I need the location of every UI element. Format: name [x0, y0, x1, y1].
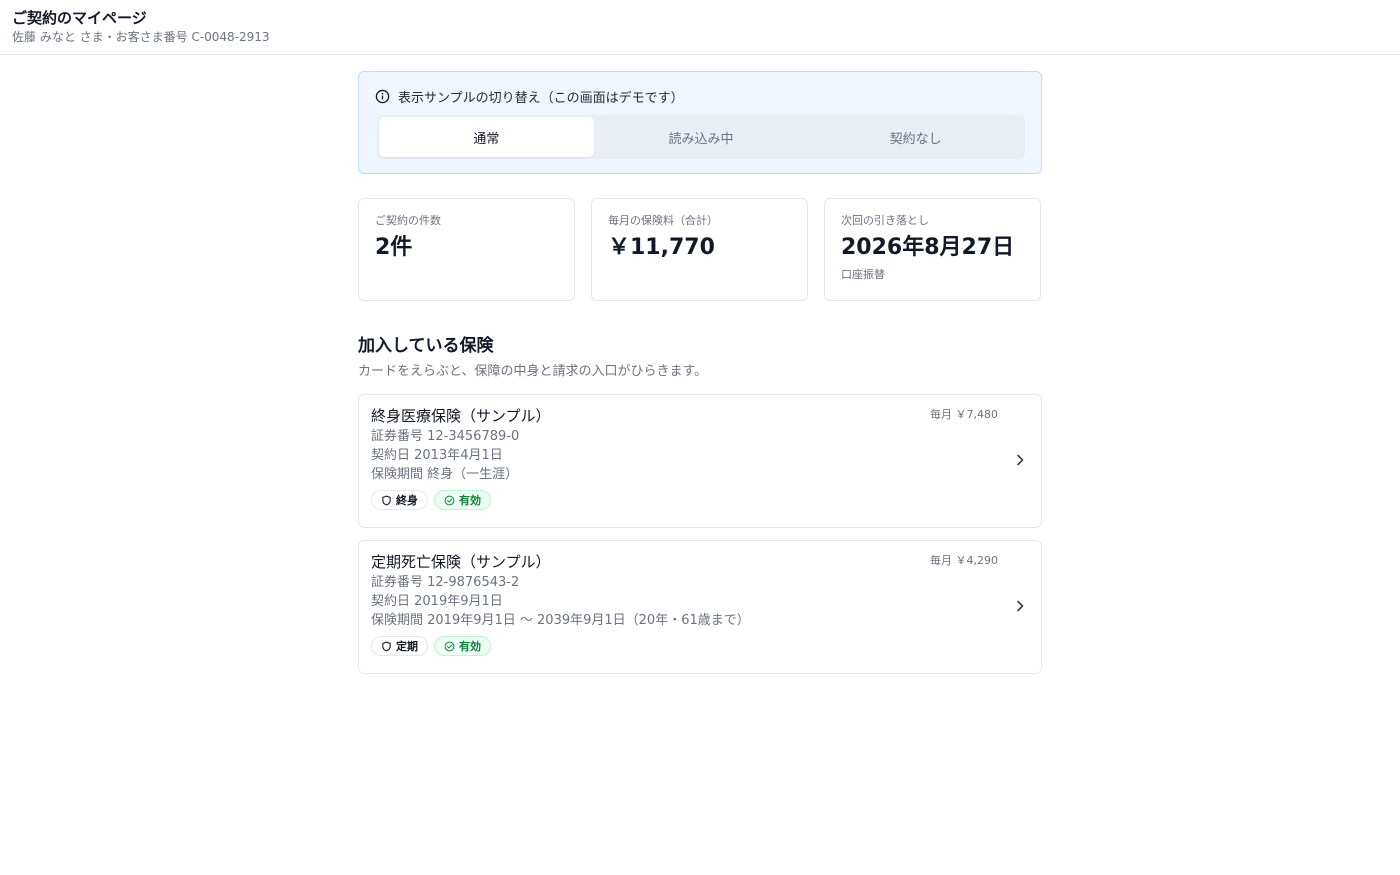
demo-heading: 表示サンプルの切り替え（この画面はデモです）: [398, 90, 684, 106]
status-badge-label: 有効: [459, 640, 481, 653]
section-title: 加入している保険: [358, 336, 494, 356]
policy-period: 保険期間 終身（一生涯）: [371, 467, 519, 482]
policy-contract-date: 契約日 2013年4月1日: [371, 448, 503, 463]
type-badge: 定期: [371, 636, 428, 656]
stat-note: 口座振替: [841, 268, 885, 281]
check-circle-icon: [444, 495, 455, 506]
demo-heading-row: 表示サンプルの切り替え（この画面はデモです）: [375, 86, 1025, 106]
policy-badges: 終身 有効: [371, 490, 1029, 510]
policy-premium: 毎月 ￥4,290: [930, 554, 998, 567]
shield-icon: [381, 495, 392, 506]
status-badge-label: 有効: [459, 494, 481, 507]
status-badge: 有効: [434, 636, 491, 656]
tab-no-contract[interactable]: 契約なし: [808, 117, 1023, 157]
chevron-right-icon: [1013, 452, 1027, 468]
stat-value: ￥11,770: [608, 235, 715, 260]
page-title: ご契約のマイページ: [12, 9, 147, 27]
stat-label: 毎月の保険料（合計）: [608, 214, 718, 227]
stat-label: ご契約の件数: [375, 214, 441, 227]
section-subtitle: カードをえらぶと、保障の中身と請求の入口がひらきます。: [358, 364, 708, 379]
stat-monthly-premium: 毎月の保険料（合計） ￥11,770: [591, 198, 808, 301]
policy-contract-date: 契約日 2019年9月1日: [371, 594, 503, 609]
policy-number: 証券番号 12-3456789-0: [371, 429, 520, 444]
status-badge: 有効: [434, 490, 491, 510]
policy-card[interactable]: 終身医療保険（サンプル） 毎月 ￥7,480 証券番号 12-3456789-0…: [358, 394, 1042, 528]
stat-label: 次回の引き落とし: [841, 214, 929, 227]
policy-period: 保険期間 2019年9月1日 〜 2039年9月1日（20年・61歳まで）: [371, 613, 750, 628]
policy-premium: 毎月 ￥7,480: [930, 408, 998, 421]
tab-loading[interactable]: 読み込み中: [594, 117, 809, 157]
summary-stats: ご契約の件数 2件 毎月の保険料（合計） ￥11,770 次回の引き落とし 20…: [358, 198, 1042, 301]
type-badge-label: 終身: [396, 494, 418, 507]
stat-contract-count: ご契約の件数 2件: [358, 198, 575, 301]
check-circle-icon: [444, 641, 455, 652]
page-header: ご契約のマイページ 佐藤 みなと さま・お客さま番号 C-0048-2913: [0, 0, 1400, 55]
stat-value: 2026年8月27日: [841, 235, 1015, 260]
shield-icon: [381, 641, 392, 652]
policy-number: 証券番号 12-9876543-2: [371, 575, 520, 590]
demo-switcher: 表示サンプルの切り替え（この画面はデモです） 通常 読み込み中 契約なし: [358, 71, 1042, 174]
tab-normal[interactable]: 通常: [379, 117, 594, 157]
chevron-right-icon: [1013, 598, 1027, 614]
stat-value: 2件: [375, 235, 413, 260]
customer-info: 佐藤 みなと さま・お客さま番号 C-0048-2913: [12, 30, 270, 44]
policy-card[interactable]: 定期死亡保険（サンプル） 毎月 ￥4,290 証券番号 12-9876543-2…: [358, 540, 1042, 674]
main-content: 表示サンプルの切り替え（この画面はデモです） 通常 読み込み中 契約なし ご契約…: [358, 71, 1042, 674]
sample-segmented-control: 通常 読み込み中 契約なし: [377, 115, 1025, 159]
type-badge-label: 定期: [396, 640, 418, 653]
type-badge: 終身: [371, 490, 428, 510]
policy-badges: 定期 有効: [371, 636, 1029, 656]
info-icon: [375, 89, 390, 104]
stat-next-withdrawal: 次回の引き落とし 2026年8月27日 口座振替: [824, 198, 1041, 301]
